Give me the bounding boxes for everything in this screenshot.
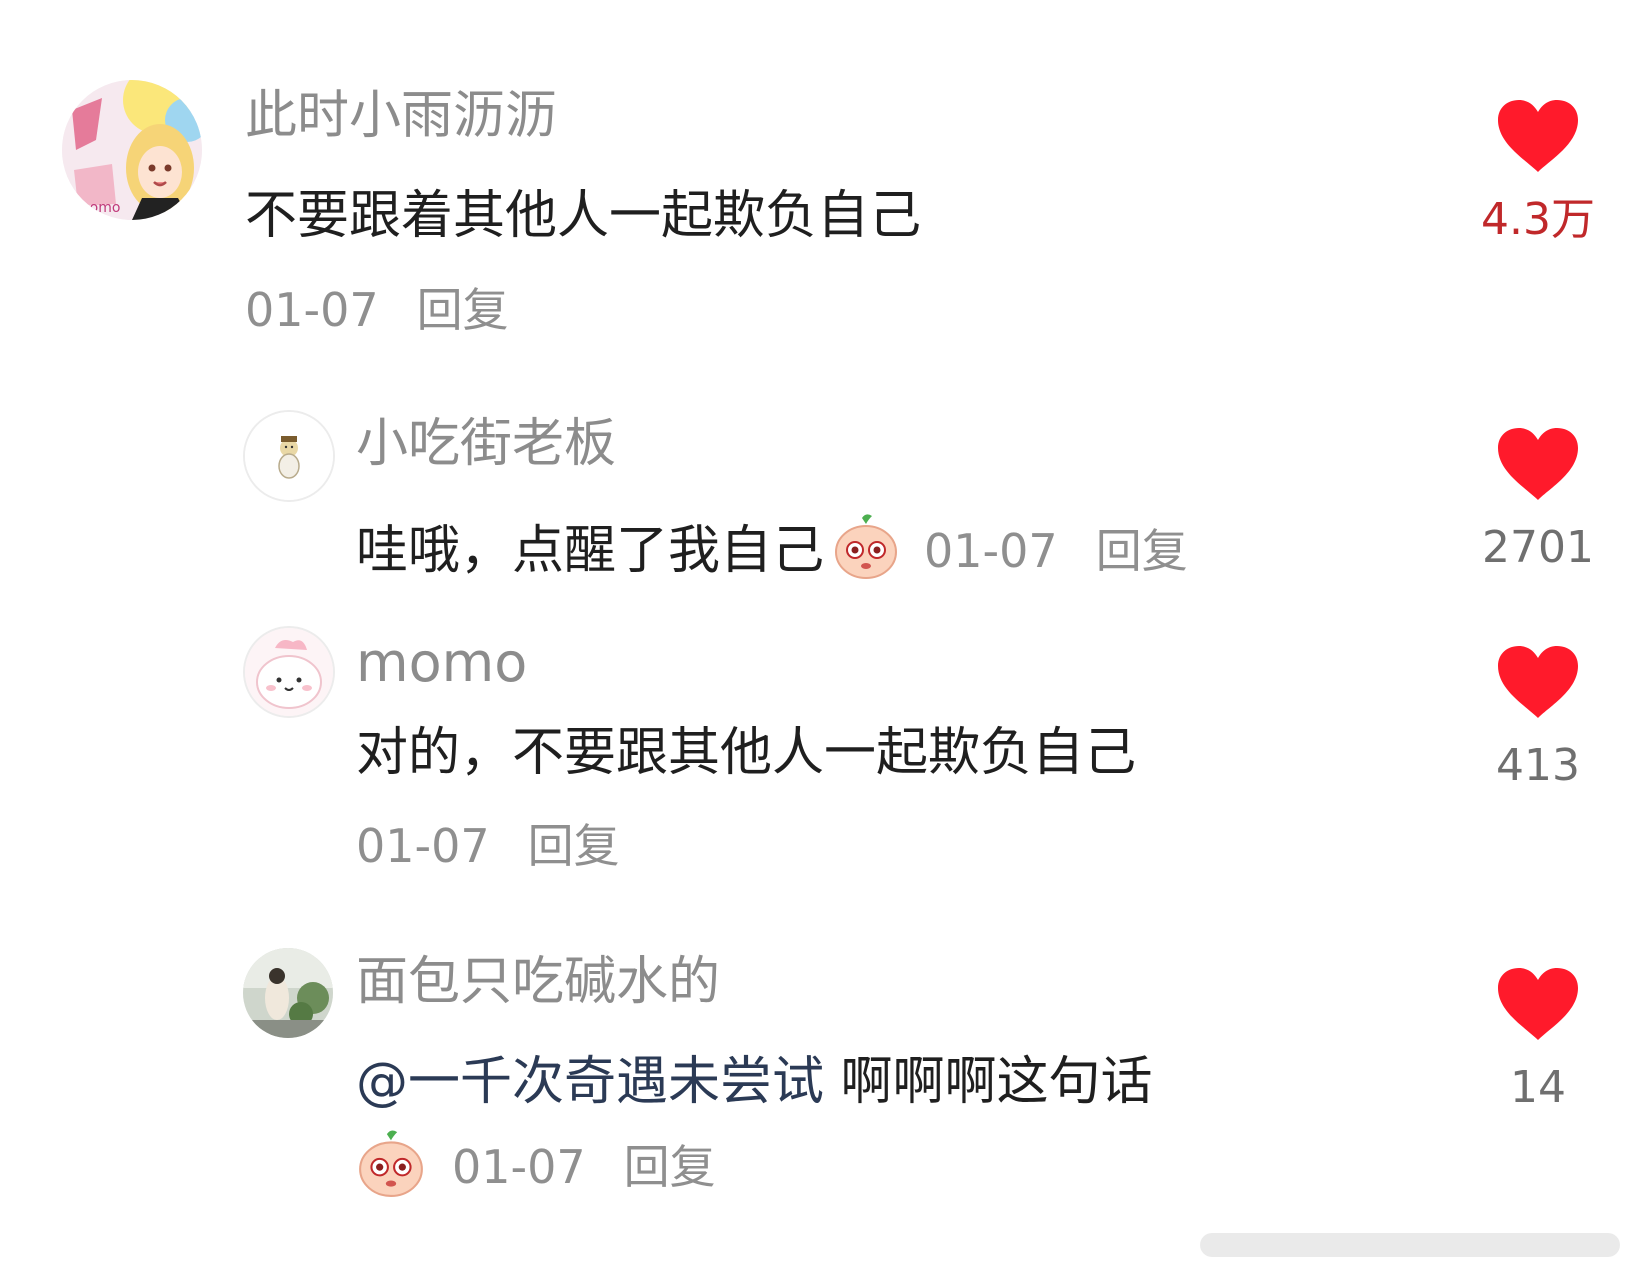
- pink-mochi-avatar-image: [245, 628, 333, 716]
- comment-meta: 01-07 回复: [356, 1128, 716, 1205]
- avatar[interactable]: [243, 948, 333, 1038]
- comment-text-row: 哇哦，点醒了我自己 01-07 回复: [356, 512, 1188, 589]
- reply-button[interactable]: 回复: [624, 1144, 716, 1190]
- svg-text:momo: momo: [76, 200, 120, 216]
- comment-meta: 01-07 回复: [356, 823, 620, 869]
- like-button[interactable]: 14: [1478, 966, 1598, 1110]
- heart-icon[interactable]: [1478, 966, 1598, 1042]
- mention-link[interactable]: @一千次奇遇未尝试: [356, 1052, 824, 1112]
- avatar[interactable]: [243, 626, 335, 718]
- like-count: 2701: [1482, 522, 1594, 573]
- reply-button[interactable]: 回复: [528, 823, 620, 869]
- like-count: 14: [1510, 1062, 1566, 1113]
- heart-icon[interactable]: [1478, 98, 1598, 174]
- comment-username[interactable]: 小吃街老板: [356, 418, 616, 470]
- watermark: [1200, 1225, 1620, 1265]
- anime-avatar-image: momo: [62, 80, 202, 220]
- comment-username[interactable]: 此时小雨沥沥: [245, 90, 557, 142]
- like-count: 4.3万: [1481, 194, 1595, 245]
- snowman-avatar-image: [245, 412, 333, 500]
- photo-avatar-image: [243, 948, 333, 1038]
- comment-text: 啊啊啊这句话: [824, 1052, 1153, 1112]
- comment-date: 01-07: [245, 283, 379, 337]
- like-button[interactable]: 413: [1478, 644, 1598, 788]
- comment-text: 不要跟着其他人一起欺负自己: [245, 186, 922, 246]
- comment-meta: 01-07 回复: [924, 528, 1188, 574]
- comment-date: 01-07: [452, 1139, 586, 1194]
- comment-meta: 01-07 回复: [245, 287, 509, 333]
- reply-button[interactable]: 回复: [1096, 528, 1188, 574]
- peach-face-emoji: [832, 512, 900, 589]
- reply-button[interactable]: 回复: [417, 287, 509, 333]
- avatar[interactable]: [243, 410, 335, 502]
- peach-face-emoji: [356, 1128, 426, 1205]
- comment-text-row: @一千次奇遇未尝试 啊啊啊这句话: [356, 1056, 1153, 1108]
- heart-icon[interactable]: [1478, 426, 1598, 502]
- like-button[interactable]: 2701: [1478, 426, 1598, 570]
- heart-icon[interactable]: [1478, 644, 1598, 720]
- comment-date: 01-07: [924, 523, 1058, 578]
- comment-username[interactable]: momo: [356, 636, 527, 690]
- comment-text: 哇哦，点醒了我自己: [356, 520, 825, 581]
- avatar[interactable]: momo: [62, 80, 202, 220]
- comment-date: 01-07: [356, 819, 490, 873]
- like-count: 413: [1496, 740, 1580, 791]
- like-button[interactable]: 4.3万: [1478, 98, 1598, 242]
- comment-username[interactable]: 面包只吃碱水的: [356, 956, 720, 1008]
- comment-text: 对的，不要跟其他人一起欺负自己: [356, 723, 1137, 783]
